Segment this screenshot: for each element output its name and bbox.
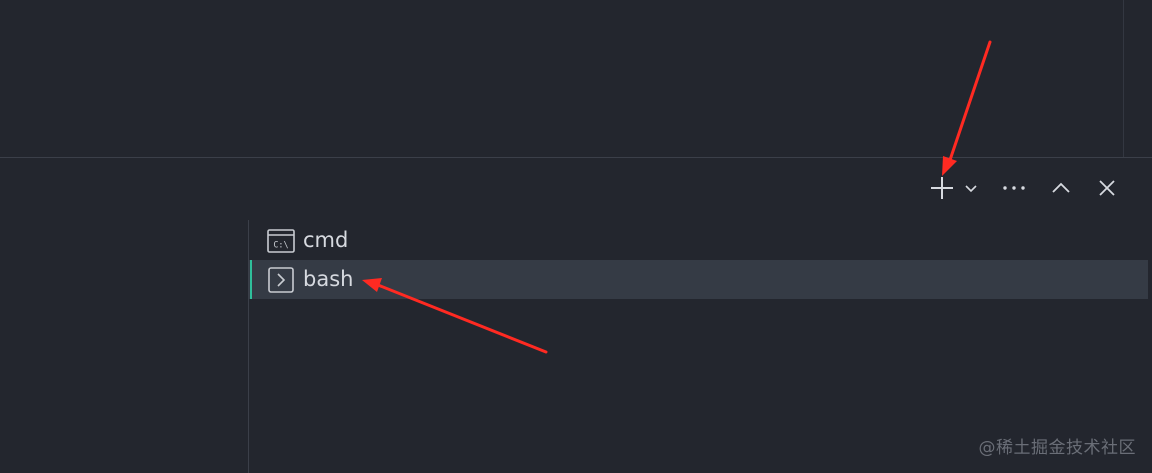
cmd-terminal-icon: C:\	[267, 228, 295, 253]
plus-icon	[931, 177, 953, 199]
chevron-up-icon	[1052, 182, 1070, 193]
panel-divider[interactable]	[0, 157, 1152, 158]
launch-profile-button[interactable]	[960, 168, 982, 208]
more-actions-button[interactable]	[996, 168, 1032, 208]
watermark: @稀土掘金技术社区	[978, 438, 1136, 458]
new-terminal-button[interactable]	[926, 168, 958, 208]
terminal-panel-toolbar	[0, 168, 1152, 208]
terminal-tab-cmd[interactable]: C:\ cmd	[249, 221, 1148, 260]
close-icon	[1099, 180, 1115, 196]
maximize-panel-button[interactable]	[1044, 168, 1078, 208]
svg-text:C:\: C:\	[273, 240, 288, 250]
terminal-prompt-icon	[267, 266, 295, 293]
terminal-tab-label: bash	[303, 267, 354, 291]
ellipsis-icon	[1003, 186, 1025, 190]
terminal-tab-bash[interactable]: bash	[249, 260, 1148, 299]
chevron-down-icon	[965, 185, 977, 193]
vscode-window: C:\ cmd bash @稀土掘金技术社区	[0, 0, 1152, 473]
terminal-tab-label: cmd	[303, 228, 349, 252]
close-panel-button[interactable]	[1090, 168, 1124, 208]
terminal-output-area[interactable]	[0, 220, 248, 473]
editor-area	[0, 0, 1152, 157]
editor-scrollbar-edge	[1123, 0, 1124, 157]
